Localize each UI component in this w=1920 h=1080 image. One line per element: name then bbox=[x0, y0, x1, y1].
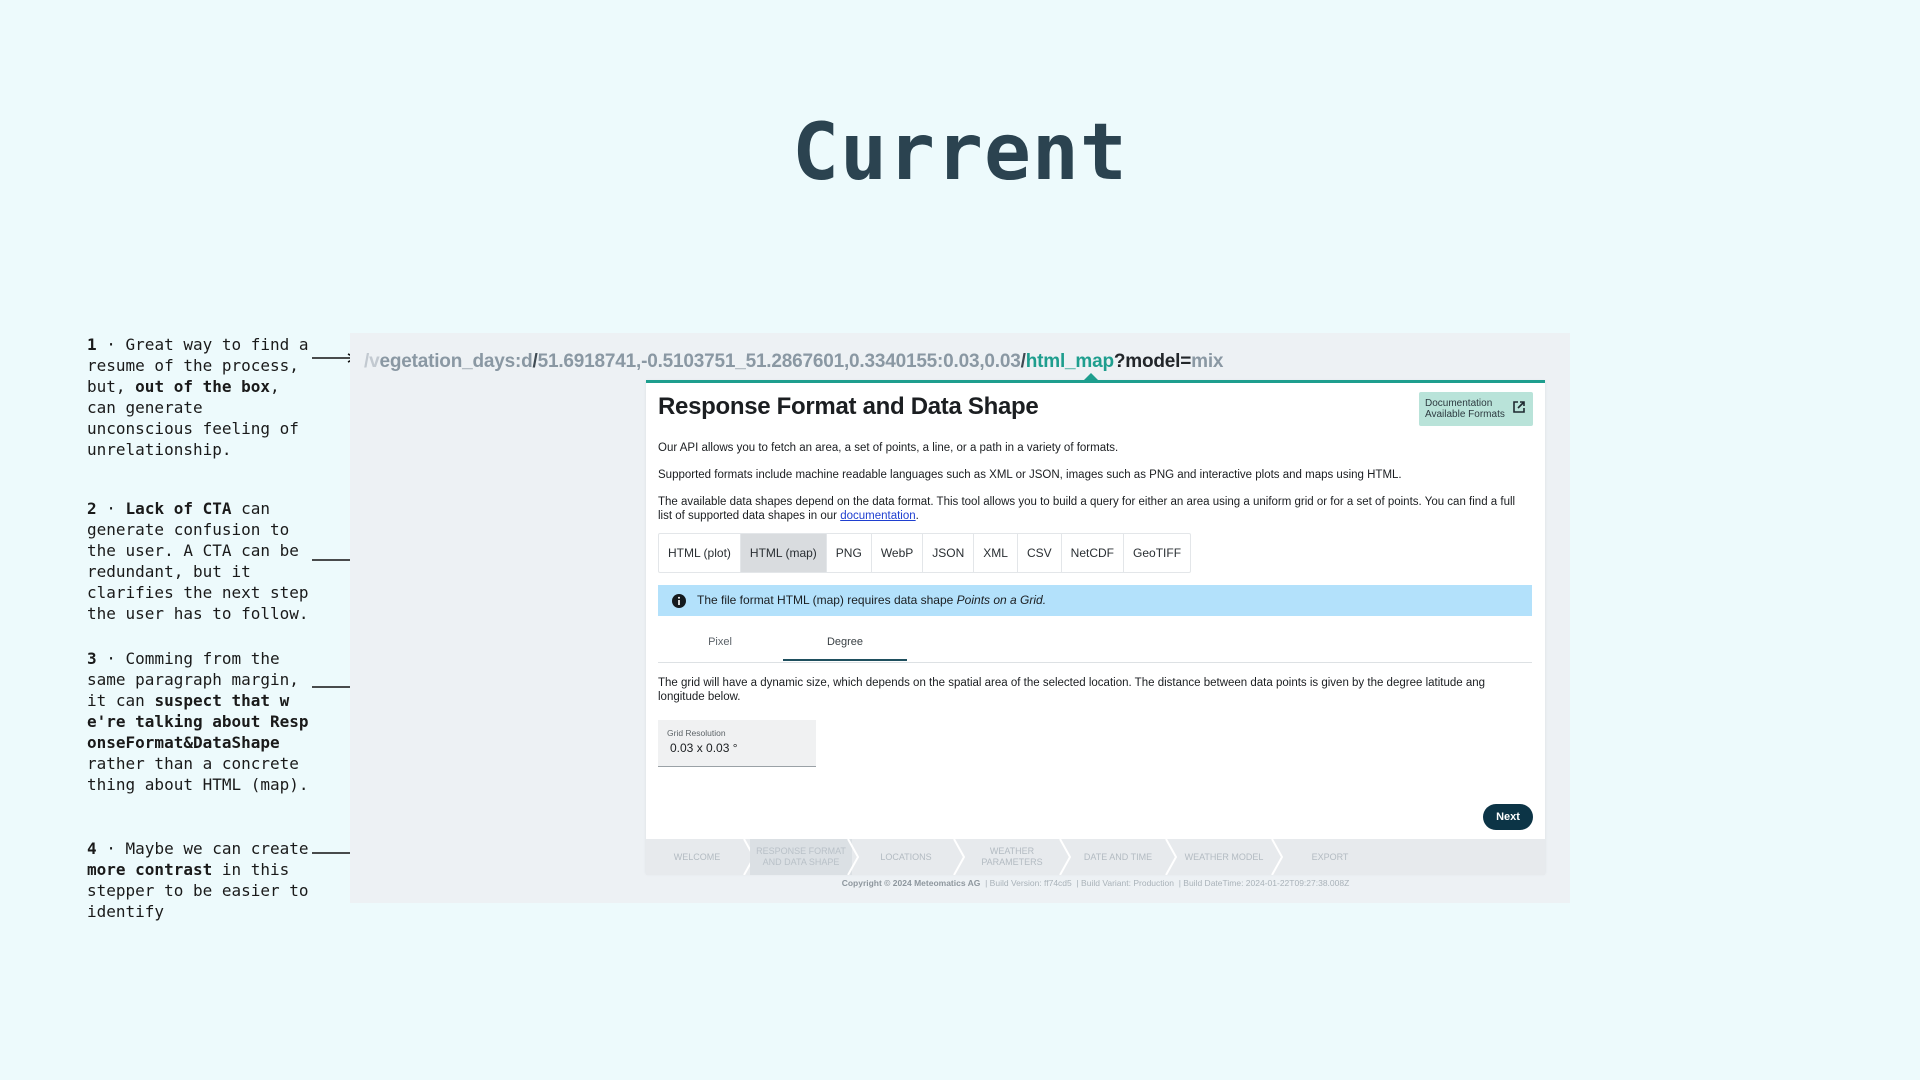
stepper: Welcome Response format and data shape L… bbox=[646, 839, 1545, 875]
grid-resolution-label: Grid Resolution bbox=[667, 728, 726, 738]
intro-paragraph: Our API allows you to fetch an area, a s… bbox=[658, 442, 1119, 454]
url-pointer bbox=[1084, 373, 1098, 380]
format-tab-html-map[interactable]: HTML (map) bbox=[740, 534, 827, 572]
format-tab-csv[interactable]: CSV bbox=[1018, 534, 1062, 572]
format-tab-html-plot[interactable]: HTML (plot) bbox=[659, 534, 741, 572]
step-weather-model[interactable]: Weather model bbox=[1172, 839, 1276, 875]
tab-degree[interactable]: Degree bbox=[783, 629, 907, 661]
format-tabs: HTML (plot) HTML (map) PNG WebP JSON XML… bbox=[658, 533, 1192, 573]
step-date-and-time[interactable]: Date and time bbox=[1066, 839, 1170, 875]
response-format-card: Response Format and Data Shape Documenta… bbox=[646, 380, 1545, 873]
format-tab-json[interactable]: JSON bbox=[923, 534, 975, 572]
step-export[interactable]: Export bbox=[1278, 839, 1382, 875]
card-title: Response Format and Data Shape bbox=[658, 393, 1039, 420]
info-icon bbox=[672, 594, 686, 608]
format-tab-xml[interactable]: XML bbox=[974, 534, 1018, 572]
format-tab-png[interactable]: PNG bbox=[827, 534, 872, 572]
grid-resolution-value: 0.03 x 0.03 ° bbox=[670, 741, 738, 755]
unit-tabs: Pixel Degree bbox=[658, 629, 908, 661]
step-weather-parameters[interactable]: Weather parameters bbox=[960, 839, 1064, 875]
step-welcome[interactable]: Welcome bbox=[646, 839, 748, 875]
footer: Copyright © 2024 Meteomatics AG | Build … bbox=[841, 878, 1350, 888]
ui-screenshot: /vegetation_days:d/51.6918741,-0.5103751… bbox=[350, 333, 1570, 903]
tab-divider bbox=[658, 662, 1532, 663]
tab-pixel[interactable]: Pixel bbox=[658, 629, 782, 659]
next-button[interactable]: Next bbox=[1483, 804, 1533, 830]
format-tab-geotiff[interactable]: GeoTIFF bbox=[1124, 534, 1190, 572]
data-shapes-paragraph: The available data shapes depend on the … bbox=[658, 496, 1516, 522]
documentation-button[interactable]: Documentation Available Formats bbox=[1419, 392, 1533, 426]
step-locations[interactable]: Locations bbox=[854, 839, 958, 875]
formats-paragraph: Supported formats include machine readab… bbox=[658, 469, 1402, 481]
format-tab-webp[interactable]: WebP bbox=[872, 534, 924, 572]
info-banner: The file format HTML (map) requires data… bbox=[658, 585, 1532, 616]
grid-resolution-field[interactable]: Grid Resolution 0.03 x 0.03 ° bbox=[658, 720, 816, 767]
grid-description: The grid will have a dynamic size, which… bbox=[658, 677, 1486, 703]
request-url[interactable]: /vegetation_days:d/51.6918741,-0.5103751… bbox=[364, 351, 1223, 373]
external-link-icon bbox=[1513, 401, 1525, 413]
step-response-format[interactable]: Response format and data shape bbox=[750, 839, 852, 875]
documentation-link[interactable]: documentation bbox=[840, 510, 915, 522]
format-tab-netcdf[interactable]: NetCDF bbox=[1062, 534, 1125, 572]
